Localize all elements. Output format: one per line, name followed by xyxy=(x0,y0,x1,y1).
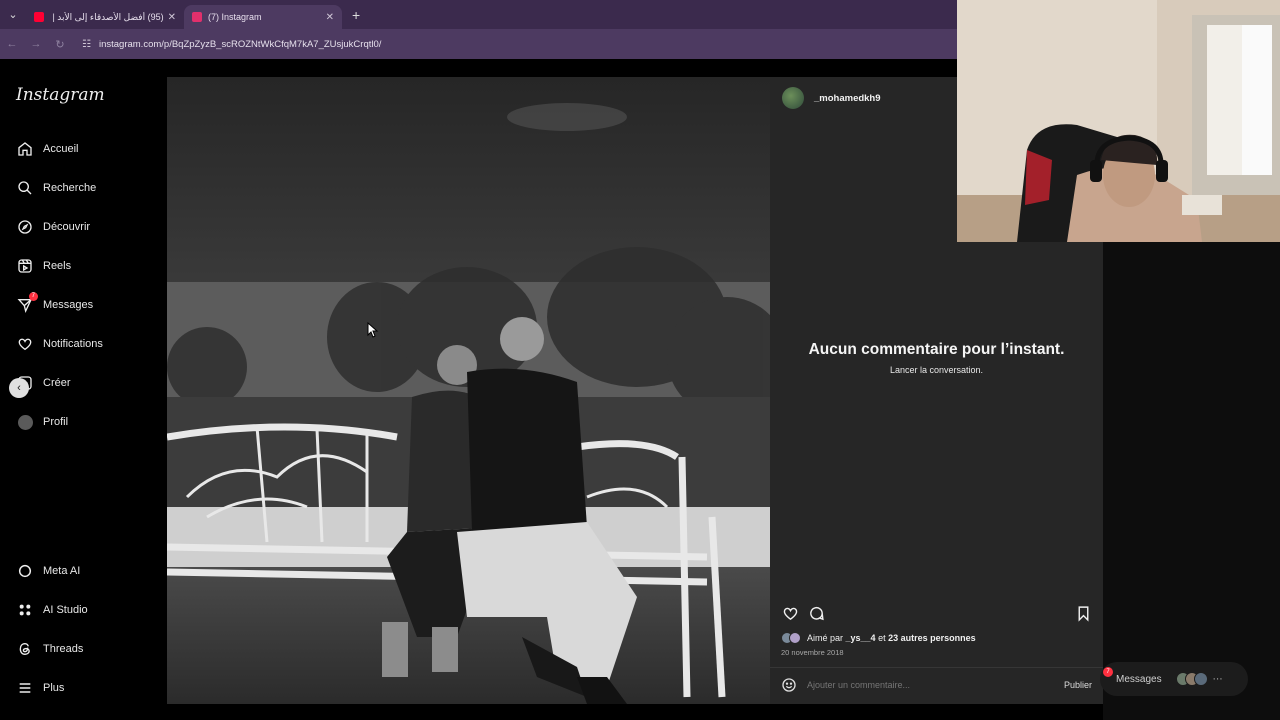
tab-title: (7) Instagram xyxy=(208,12,262,22)
tab-title: (95) أفضل الأصدقاء إلى الأبد | كك xyxy=(50,11,164,22)
new-tab-button[interactable]: + xyxy=(342,7,370,23)
sidebar-item-label: AI Studio xyxy=(43,604,88,616)
webcam-overlay xyxy=(957,0,1280,242)
emoji-icon[interactable] xyxy=(781,677,797,693)
messenger-icon: 7 xyxy=(16,292,38,314)
sidebar-item-label: Plus xyxy=(43,682,65,694)
sidebar-item-ai-studio[interactable]: AI Studio xyxy=(16,600,88,620)
search-icon xyxy=(16,179,34,197)
sidebar-item-plus[interactable]: Plus xyxy=(16,678,64,698)
likes-summary[interactable]: Aimé par _ys__4 et 23 autres personnes xyxy=(781,632,976,644)
messages-pill-badge: 7 xyxy=(1103,667,1113,677)
close-tab-icon[interactable]: ✕ xyxy=(326,12,334,23)
sidebar-item-threads[interactable]: Threads xyxy=(16,639,83,659)
reload-icon[interactable]: ↻ xyxy=(48,38,72,51)
likes-others[interactable]: 23 autres personnes xyxy=(888,633,976,643)
messages-badge: 7 xyxy=(28,292,38,301)
ai-studio-icon xyxy=(16,601,34,619)
likers-avatars xyxy=(781,632,801,644)
sidebar-item-label: Profil xyxy=(43,416,69,428)
browser-address-bar: ← → ↻ ☷ instagram.com/p/BqZpZyzB_scROZNt… xyxy=(0,29,957,59)
url-text: instagram.com/p/BqZpZyzB_scROZNtWkCfqM7k… xyxy=(98,38,382,50)
sidebar-item-profil[interactable]: Profil xyxy=(16,412,68,432)
post-image[interactable] xyxy=(167,77,770,704)
comment-input[interactable] xyxy=(807,680,1064,690)
messages-floating-button[interactable]: 7 Messages ⋯ xyxy=(1100,662,1248,696)
browser-tab-bar: ⌄ (95) أفضل الأصدقاء إلى الأبد | كك ✕ (7… xyxy=(0,0,957,29)
publish-button[interactable]: Publier xyxy=(1064,680,1092,690)
messages-avatars xyxy=(1175,672,1208,686)
sidebar-item-label: Accueil xyxy=(43,143,79,155)
author-username[interactable]: _mohamedkh9 xyxy=(814,93,881,104)
sidebar-item-label: Meta AI xyxy=(43,565,81,577)
post-actions xyxy=(781,604,1092,622)
threads-icon xyxy=(16,640,34,658)
instagram-sidebar: Instagram Accueil Recherche Découvrir Re… xyxy=(0,59,166,720)
browser-tab-youtube[interactable]: (95) أفضل الأصدقاء إلى الأبد | كك ✕ xyxy=(26,5,184,29)
mouse-cursor-icon xyxy=(367,322,379,338)
liker-username[interactable]: _ys__4 xyxy=(846,633,876,643)
meta-ai-icon xyxy=(16,562,34,580)
url-field[interactable]: ☷ instagram.com/p/BqZpZyzB_scROZNtWkCfqM… xyxy=(82,39,381,50)
author-avatar[interactable] xyxy=(782,87,804,109)
post-author[interactable]: _mohamedkh9 xyxy=(782,87,881,109)
back-icon[interactable]: ← xyxy=(0,38,24,50)
site-info-icon[interactable]: ☷ xyxy=(82,39,91,50)
sidebar-item-decouvrir[interactable]: Découvrir xyxy=(16,217,90,237)
like-heart-icon[interactable] xyxy=(781,604,799,622)
instagram-logo[interactable]: Instagram xyxy=(16,85,105,105)
forward-icon[interactable]: → xyxy=(24,38,48,50)
sidebar-item-notifications[interactable]: Notifications xyxy=(16,334,103,354)
sidebar-item-label: Découvrir xyxy=(43,221,91,233)
sidebar-item-recherche[interactable]: Recherche xyxy=(16,178,96,198)
tab-search-chevron-icon[interactable]: ⌄ xyxy=(0,0,26,29)
browser-tab-instagram[interactable]: (7) Instagram ✕ xyxy=(184,5,342,29)
sidebar-item-label: Messages xyxy=(43,299,94,311)
youtube-favicon-icon xyxy=(34,12,44,22)
close-tab-icon[interactable]: ✕ xyxy=(168,12,176,23)
sidebar-item-label: Threads xyxy=(43,643,84,655)
menu-icon xyxy=(16,679,34,697)
sidebar-item-messages[interactable]: 7 Messages xyxy=(16,292,94,315)
post-date: 20 novembre 2018 xyxy=(781,648,844,657)
comment-bubble-icon[interactable] xyxy=(807,604,825,622)
home-icon xyxy=(16,140,34,158)
instagram-favicon-icon xyxy=(192,12,202,22)
sidebar-item-meta-ai[interactable]: Meta AI xyxy=(16,561,80,581)
modal-backdrop[interactable] xyxy=(1103,242,1280,720)
divider xyxy=(770,667,1103,668)
sidebar-item-label: Notifications xyxy=(43,338,103,350)
collapse-chevron-left-icon[interactable]: ‹ xyxy=(9,378,29,398)
comment-composer: Publier xyxy=(781,677,1092,693)
bookmark-icon[interactable] xyxy=(1074,604,1092,622)
heart-icon xyxy=(16,335,34,353)
reels-icon xyxy=(16,257,34,275)
sidebar-item-reels[interactable]: Reels xyxy=(16,256,71,276)
sidebar-item-accueil[interactable]: Accueil xyxy=(16,139,78,159)
compass-icon xyxy=(16,218,34,236)
likes-prefix: Aimé par xyxy=(807,633,846,643)
no-comments-title: Aucun commentaire pour l’instant. xyxy=(808,341,1065,358)
avatar-icon xyxy=(16,413,34,431)
sidebar-item-label: Créer xyxy=(43,377,71,389)
start-conversation-text: Lancer la conversation. xyxy=(889,365,984,375)
more-dots-icon: ⋯ xyxy=(1212,673,1223,685)
messages-pill-label: Messages xyxy=(1116,673,1162,685)
sidebar-item-label: Recherche xyxy=(43,182,97,194)
sidebar-item-label: Reels xyxy=(43,260,72,272)
likes-suffix: et xyxy=(875,633,889,643)
